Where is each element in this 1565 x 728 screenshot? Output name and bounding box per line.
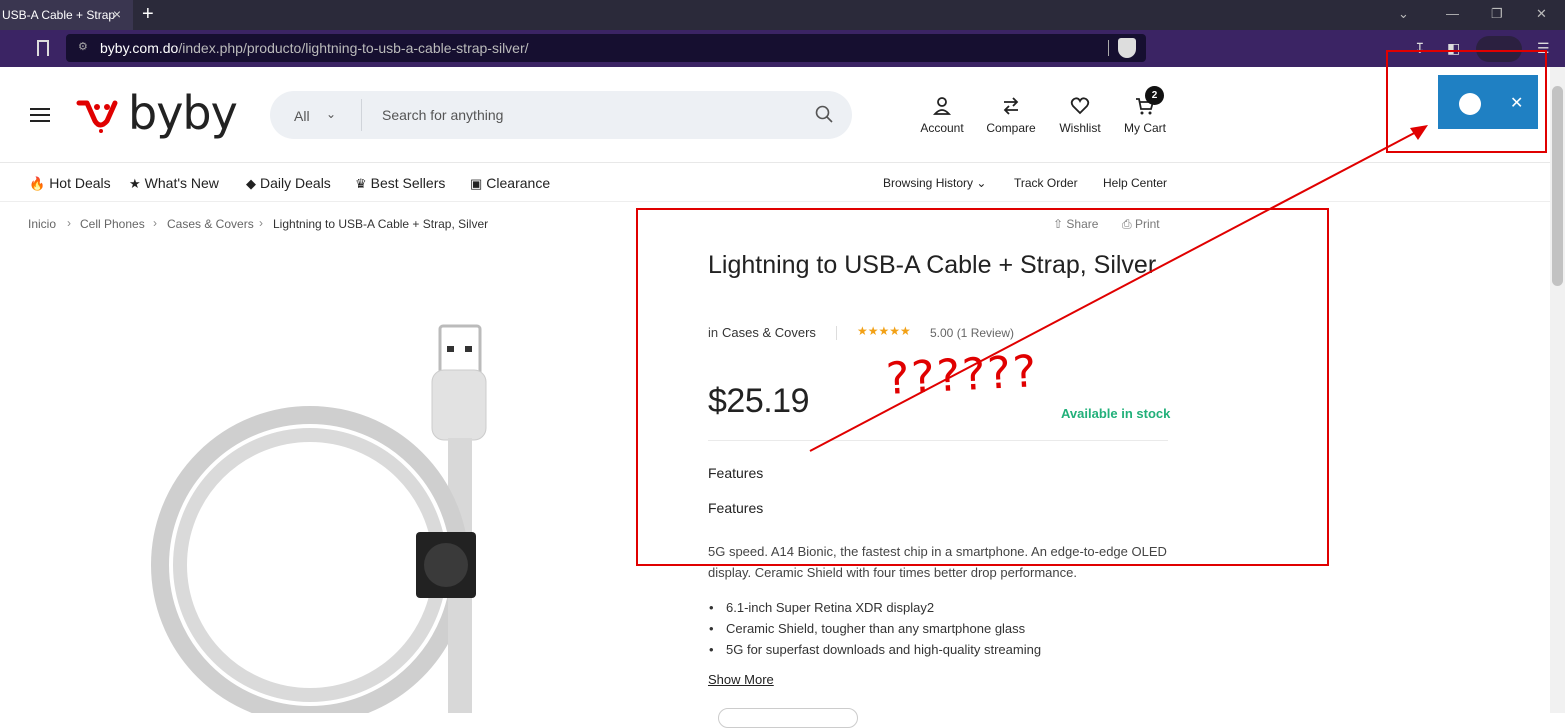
- brave-shield-icon[interactable]: [1118, 38, 1136, 58]
- browsing-history-dropdown[interactable]: Browsing History ⌄: [883, 176, 986, 190]
- help-center-link[interactable]: Help Center: [1103, 176, 1167, 190]
- chevron-down-icon[interactable]: ⌄: [326, 107, 336, 121]
- nav-whats-new[interactable]: ★ What's New: [129, 175, 219, 192]
- nav-label: Clearance: [486, 175, 551, 191]
- search-divider: [361, 99, 362, 131]
- nav-best-sellers[interactable]: ♛ Best Sellers: [355, 175, 445, 192]
- nav-label: Best Sellers: [370, 175, 446, 191]
- product-image[interactable]: [150, 310, 510, 713]
- nav-hot-deals[interactable]: 🔥 Hot Deals: [29, 175, 111, 192]
- logo-text[interactable]: byby: [128, 86, 238, 140]
- list-item: 5G for superfast downloads and high-qual…: [709, 639, 1041, 660]
- wishlist-link[interactable]: Wishlist: [1050, 96, 1110, 135]
- feature-list: 6.1-inch Super Retina XDR display2 Ceram…: [709, 597, 1041, 660]
- breadcrumb-cases[interactable]: Cases & Covers: [167, 217, 254, 231]
- logo-mark-icon[interactable]: [75, 93, 125, 133]
- chevron-right-icon: ›: [153, 216, 157, 230]
- add-to-cart-button[interactable]: [718, 708, 858, 728]
- browsing-history-label: Browsing History: [883, 176, 974, 190]
- window-close-icon[interactable]: ✕: [1536, 6, 1547, 22]
- url-divider: [1108, 40, 1109, 56]
- search-input[interactable]: [382, 101, 802, 129]
- nav-daily-deals[interactable]: ◆ Daily Deals: [246, 175, 331, 192]
- browser-tab-bar: USB-A Cable + Strap × + ⌄ — ❐ ✕: [0, 0, 1565, 30]
- wishlist-label: Wishlist: [1059, 121, 1101, 135]
- minimize-icon[interactable]: —: [1446, 6, 1459, 21]
- nav-label: Daily Deals: [260, 175, 331, 191]
- fire-icon: 🔥: [29, 176, 46, 191]
- restore-icon[interactable]: ❐: [1491, 6, 1503, 22]
- track-order-link[interactable]: Track Order: [1014, 176, 1078, 190]
- url-path: /index.php/producto/lightning-to-usb-a-c…: [178, 40, 529, 56]
- annotation-box-widget: [1386, 50, 1547, 153]
- percent-icon: ▣: [470, 176, 483, 191]
- tab-title: USB-A Cable + Strap: [2, 8, 116, 22]
- cart-count-badge: 2: [1145, 86, 1164, 105]
- breadcrumb-home[interactable]: Inicio: [28, 217, 56, 231]
- chevron-right-icon: ›: [259, 216, 263, 230]
- site-info-icon[interactable]: ⚙: [78, 40, 88, 53]
- category-nav: [0, 164, 1550, 202]
- search-icon[interactable]: [815, 105, 833, 123]
- nav-label: Hot Deals: [49, 175, 111, 191]
- breadcrumb-cell-phones[interactable]: Cell Phones: [80, 217, 145, 231]
- url-text[interactable]: byby.com.do/index.php/producto/lightning…: [100, 40, 529, 56]
- bookmark-icon[interactable]: [37, 40, 49, 56]
- account-link[interactable]: Account: [912, 96, 972, 135]
- breadcrumb-current: Lightning to USB-A Cable + Strap, Silver: [273, 217, 489, 231]
- annotation-question-marks: ??????: [884, 346, 1040, 405]
- list-item: 6.1-inch Super Retina XDR display2: [709, 597, 1041, 618]
- compare-link[interactable]: Compare: [981, 96, 1041, 135]
- tab-list-chevron-icon[interactable]: ⌄: [1398, 6, 1409, 22]
- nav-clearance[interactable]: ▣ Clearance: [470, 175, 550, 192]
- tab-close-icon[interactable]: ×: [110, 7, 124, 21]
- heart-icon: [1070, 97, 1090, 115]
- compare-icon: [1003, 97, 1019, 115]
- user-icon: [933, 97, 951, 115]
- compare-label: Compare: [986, 121, 1036, 135]
- account-label: Account: [920, 121, 964, 135]
- list-item: Ceramic Shield, tougher than any smartph…: [709, 618, 1041, 639]
- new-tab-button[interactable]: +: [142, 4, 154, 24]
- chevron-down-icon: ⌄: [976, 176, 987, 190]
- show-more-link[interactable]: Show More: [708, 672, 774, 687]
- cart-link[interactable]: My Cart: [1115, 96, 1175, 135]
- search-category[interactable]: All: [294, 108, 310, 124]
- cart-label: My Cart: [1124, 121, 1166, 135]
- star-icon: ★: [129, 176, 141, 191]
- menu-icon[interactable]: [30, 108, 50, 122]
- scrollbar-thumb[interactable]: [1552, 86, 1563, 286]
- crown-icon: ♛: [355, 176, 367, 191]
- nav-label: What's New: [144, 175, 219, 191]
- url-host: byby.com.do: [100, 40, 179, 56]
- tag-icon: ◆: [246, 176, 256, 191]
- chevron-right-icon: ›: [67, 216, 71, 230]
